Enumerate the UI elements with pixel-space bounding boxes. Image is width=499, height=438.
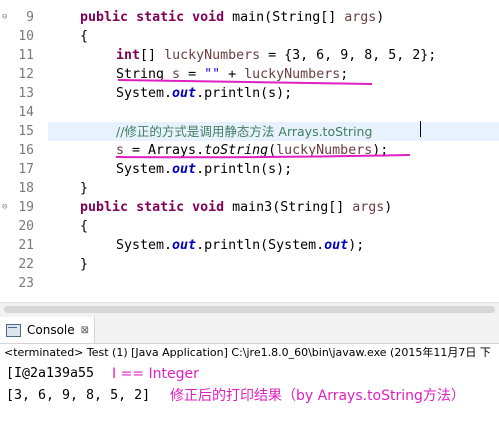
horizontal-scrollbar[interactable]	[0, 302, 499, 317]
console-view-toolbar: Console ⊠	[0, 317, 499, 344]
console-tab[interactable]: Console ⊠	[0, 317, 95, 343]
annotation-underlines	[115, 79, 411, 159]
console-output-line: [3, 6, 9, 8, 5, 2]	[6, 388, 151, 403]
console-status-line: <terminated> Test (1) [Java Application]…	[4, 346, 491, 359]
console-tab-label: Console	[27, 323, 75, 337]
scrollbar-thumb[interactable]	[4, 306, 495, 313]
annotation-note: I == Integer	[112, 366, 199, 382]
pink-underline	[115, 154, 411, 159]
code-editor[interactable]: ⊖ ⊖ 9 10 11 12 13 14 15 16 17 18 19 20 2…	[0, 0, 499, 302]
annotation-note: 修正后的打印结果（by Arrays.toString方法）	[170, 388, 465, 404]
console-output-line: [I@2a139a55	[6, 366, 95, 381]
pink-underline	[117, 79, 373, 85]
close-icon[interactable]: ⊠	[81, 325, 89, 336]
console-icon	[6, 323, 21, 337]
